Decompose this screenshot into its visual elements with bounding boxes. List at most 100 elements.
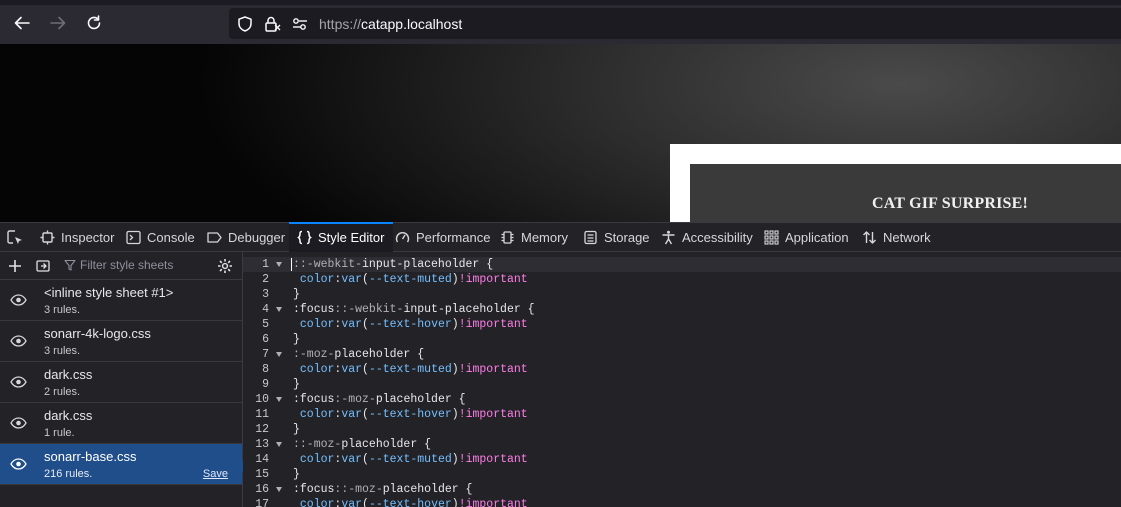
console-icon	[126, 230, 141, 245]
code-line[interactable]: 7:-moz-placeholder {	[243, 347, 1121, 362]
stylesheet-item[interactable]: <inline style sheet #1> 3 rules.	[0, 280, 242, 321]
code-line[interactable]: 6}	[243, 332, 1121, 347]
forward-arrow-icon	[50, 16, 66, 30]
code-token: :focus	[293, 483, 335, 496]
code-token: placeholder	[334, 348, 411, 361]
tab-application[interactable]: Application	[764, 223, 849, 252]
code-line[interactable]: 15}	[243, 467, 1121, 482]
line-number: 2	[262, 273, 269, 286]
stylesheet-item[interactable]: dark.css 1 rule.	[0, 403, 242, 444]
tab-storage[interactable]: Storage	[583, 223, 650, 252]
code-token: {	[479, 258, 494, 271]
fold-arrow-icon[interactable]	[276, 442, 282, 447]
reload-button[interactable]	[83, 12, 105, 34]
code-token: ::-webkit-	[293, 258, 363, 271]
code-token: {	[451, 393, 466, 406]
code-token: (	[362, 363, 369, 376]
code-line[interactable]: 17 color:var(--text-hover)!important	[243, 497, 1121, 507]
code-token: :-moz-	[334, 393, 376, 406]
stylesheet-name: dark.css	[44, 367, 93, 382]
shield-icon[interactable]	[236, 15, 254, 33]
code-text: }	[293, 377, 300, 392]
line-number: 14	[255, 453, 269, 466]
code-line[interactable]: 1::-webkit-input-placeholder {	[243, 257, 1121, 272]
code-text: }	[293, 332, 300, 347]
eye-icon[interactable]	[10, 334, 27, 348]
code-text: color:var(--text-muted)!important	[293, 452, 528, 467]
forward-button[interactable]	[47, 12, 69, 34]
line-number: 16	[255, 483, 269, 496]
code-text: ::-webkit-input-placeholder {	[293, 257, 493, 272]
code-token: color	[299, 408, 335, 421]
code-token: (	[362, 408, 369, 421]
line-number: 9	[262, 378, 269, 391]
permissions-icon[interactable]	[291, 15, 309, 33]
url-text[interactable]: https://catapp.localhost	[319, 16, 462, 32]
fold-arrow-icon[interactable]	[276, 307, 282, 312]
tab-debugger[interactable]: Debugger	[207, 223, 285, 252]
code-text: color:var(--text-hover)!important	[293, 317, 528, 332]
add-stylesheet-icon[interactable]	[7, 258, 23, 274]
code-line[interactable]: 5 color:var(--text-hover)!important	[243, 317, 1121, 332]
tab-performance[interactable]: Performance	[395, 223, 490, 252]
style-editor-code[interactable]: 1::-webkit-input-placeholder {2 color:va…	[243, 252, 1121, 507]
tab-memory[interactable]: Memory	[500, 223, 568, 252]
url-host: catapp.localhost	[361, 16, 463, 32]
code-line[interactable]: 4:focus::-webkit-input-placeholder {	[243, 302, 1121, 317]
tab-label: Performance	[416, 230, 491, 245]
eye-icon[interactable]	[10, 416, 27, 430]
stylesheet-item[interactable]: dark.css 2 rules.	[0, 362, 242, 403]
tab-inspector[interactable]: Inspector	[40, 223, 114, 252]
fold-arrow-icon[interactable]	[276, 352, 282, 357]
filter-stylesheets-input[interactable]: Filter style sheets	[64, 258, 173, 272]
eye-icon[interactable]	[10, 457, 27, 471]
filter-icon	[64, 259, 76, 271]
code-line[interactable]: 8 color:var(--text-muted)!important	[243, 362, 1121, 377]
code-line[interactable]: 14 color:var(--text-muted)!important	[243, 452, 1121, 467]
code-line[interactable]: 10:focus:-moz-placeholder {	[243, 392, 1121, 407]
lock-icon[interactable]	[263, 15, 281, 33]
eye-icon[interactable]	[10, 293, 27, 307]
code-line[interactable]: 9}	[243, 377, 1121, 392]
fold-arrow-icon[interactable]	[276, 397, 282, 402]
fold-arrow-icon[interactable]	[276, 487, 282, 492]
eye-icon[interactable]	[10, 375, 27, 389]
tab-network[interactable]: Network	[862, 223, 931, 252]
code-token: --text-hover	[368, 498, 452, 507]
code-token: (	[362, 498, 369, 507]
save-link[interactable]: Save	[203, 468, 228, 480]
code-line[interactable]: 12}	[243, 422, 1121, 437]
gear-icon[interactable]	[217, 258, 233, 274]
stylesheet-rule-count: 216 rules.	[44, 468, 93, 480]
code-line[interactable]: 3}	[243, 287, 1121, 302]
code-token: var	[341, 318, 363, 331]
text-cursor	[291, 258, 292, 271]
stylesheet-item[interactable]: sonarr-4k-logo.css 3 rules.	[0, 321, 242, 362]
code-line[interactable]: 2 color:var(--text-muted)!important	[243, 272, 1121, 287]
code-token: )	[451, 408, 459, 421]
line-number: 1	[262, 258, 269, 271]
chip-icon	[501, 231, 514, 244]
url-bar[interactable]: https://catapp.localhost	[229, 8, 1121, 39]
code-text: }	[293, 287, 300, 302]
back-button[interactable]	[11, 12, 33, 34]
fold-arrow-icon[interactable]	[276, 262, 282, 267]
tab-console[interactable]: Console	[126, 223, 195, 252]
tab-accessibility[interactable]: Accessibility	[661, 223, 753, 252]
tab-strip-edge	[0, 0, 1121, 5]
tab-style-editor[interactable]: Style Editor	[289, 222, 394, 252]
line-number: 15	[255, 468, 269, 481]
code-line[interactable]: 11 color:var(--text-hover)!important	[243, 407, 1121, 422]
stylesheet-toolbar: Filter style sheets	[0, 252, 243, 280]
element-picker-icon[interactable]	[6, 229, 24, 247]
braces-icon	[297, 230, 312, 245]
stylesheet-item-selected[interactable]: sonarr-base.css 216 rules. Save	[0, 444, 242, 485]
code-line[interactable]: 16:focus::-moz-placeholder {	[243, 482, 1121, 497]
code-line[interactable]: 13::-moz-placeholder {	[243, 437, 1121, 452]
code-token: ::-webkit-	[334, 303, 404, 316]
code-text: color:var(--text-hover)!important	[293, 407, 528, 422]
import-stylesheet-icon[interactable]	[35, 258, 51, 274]
